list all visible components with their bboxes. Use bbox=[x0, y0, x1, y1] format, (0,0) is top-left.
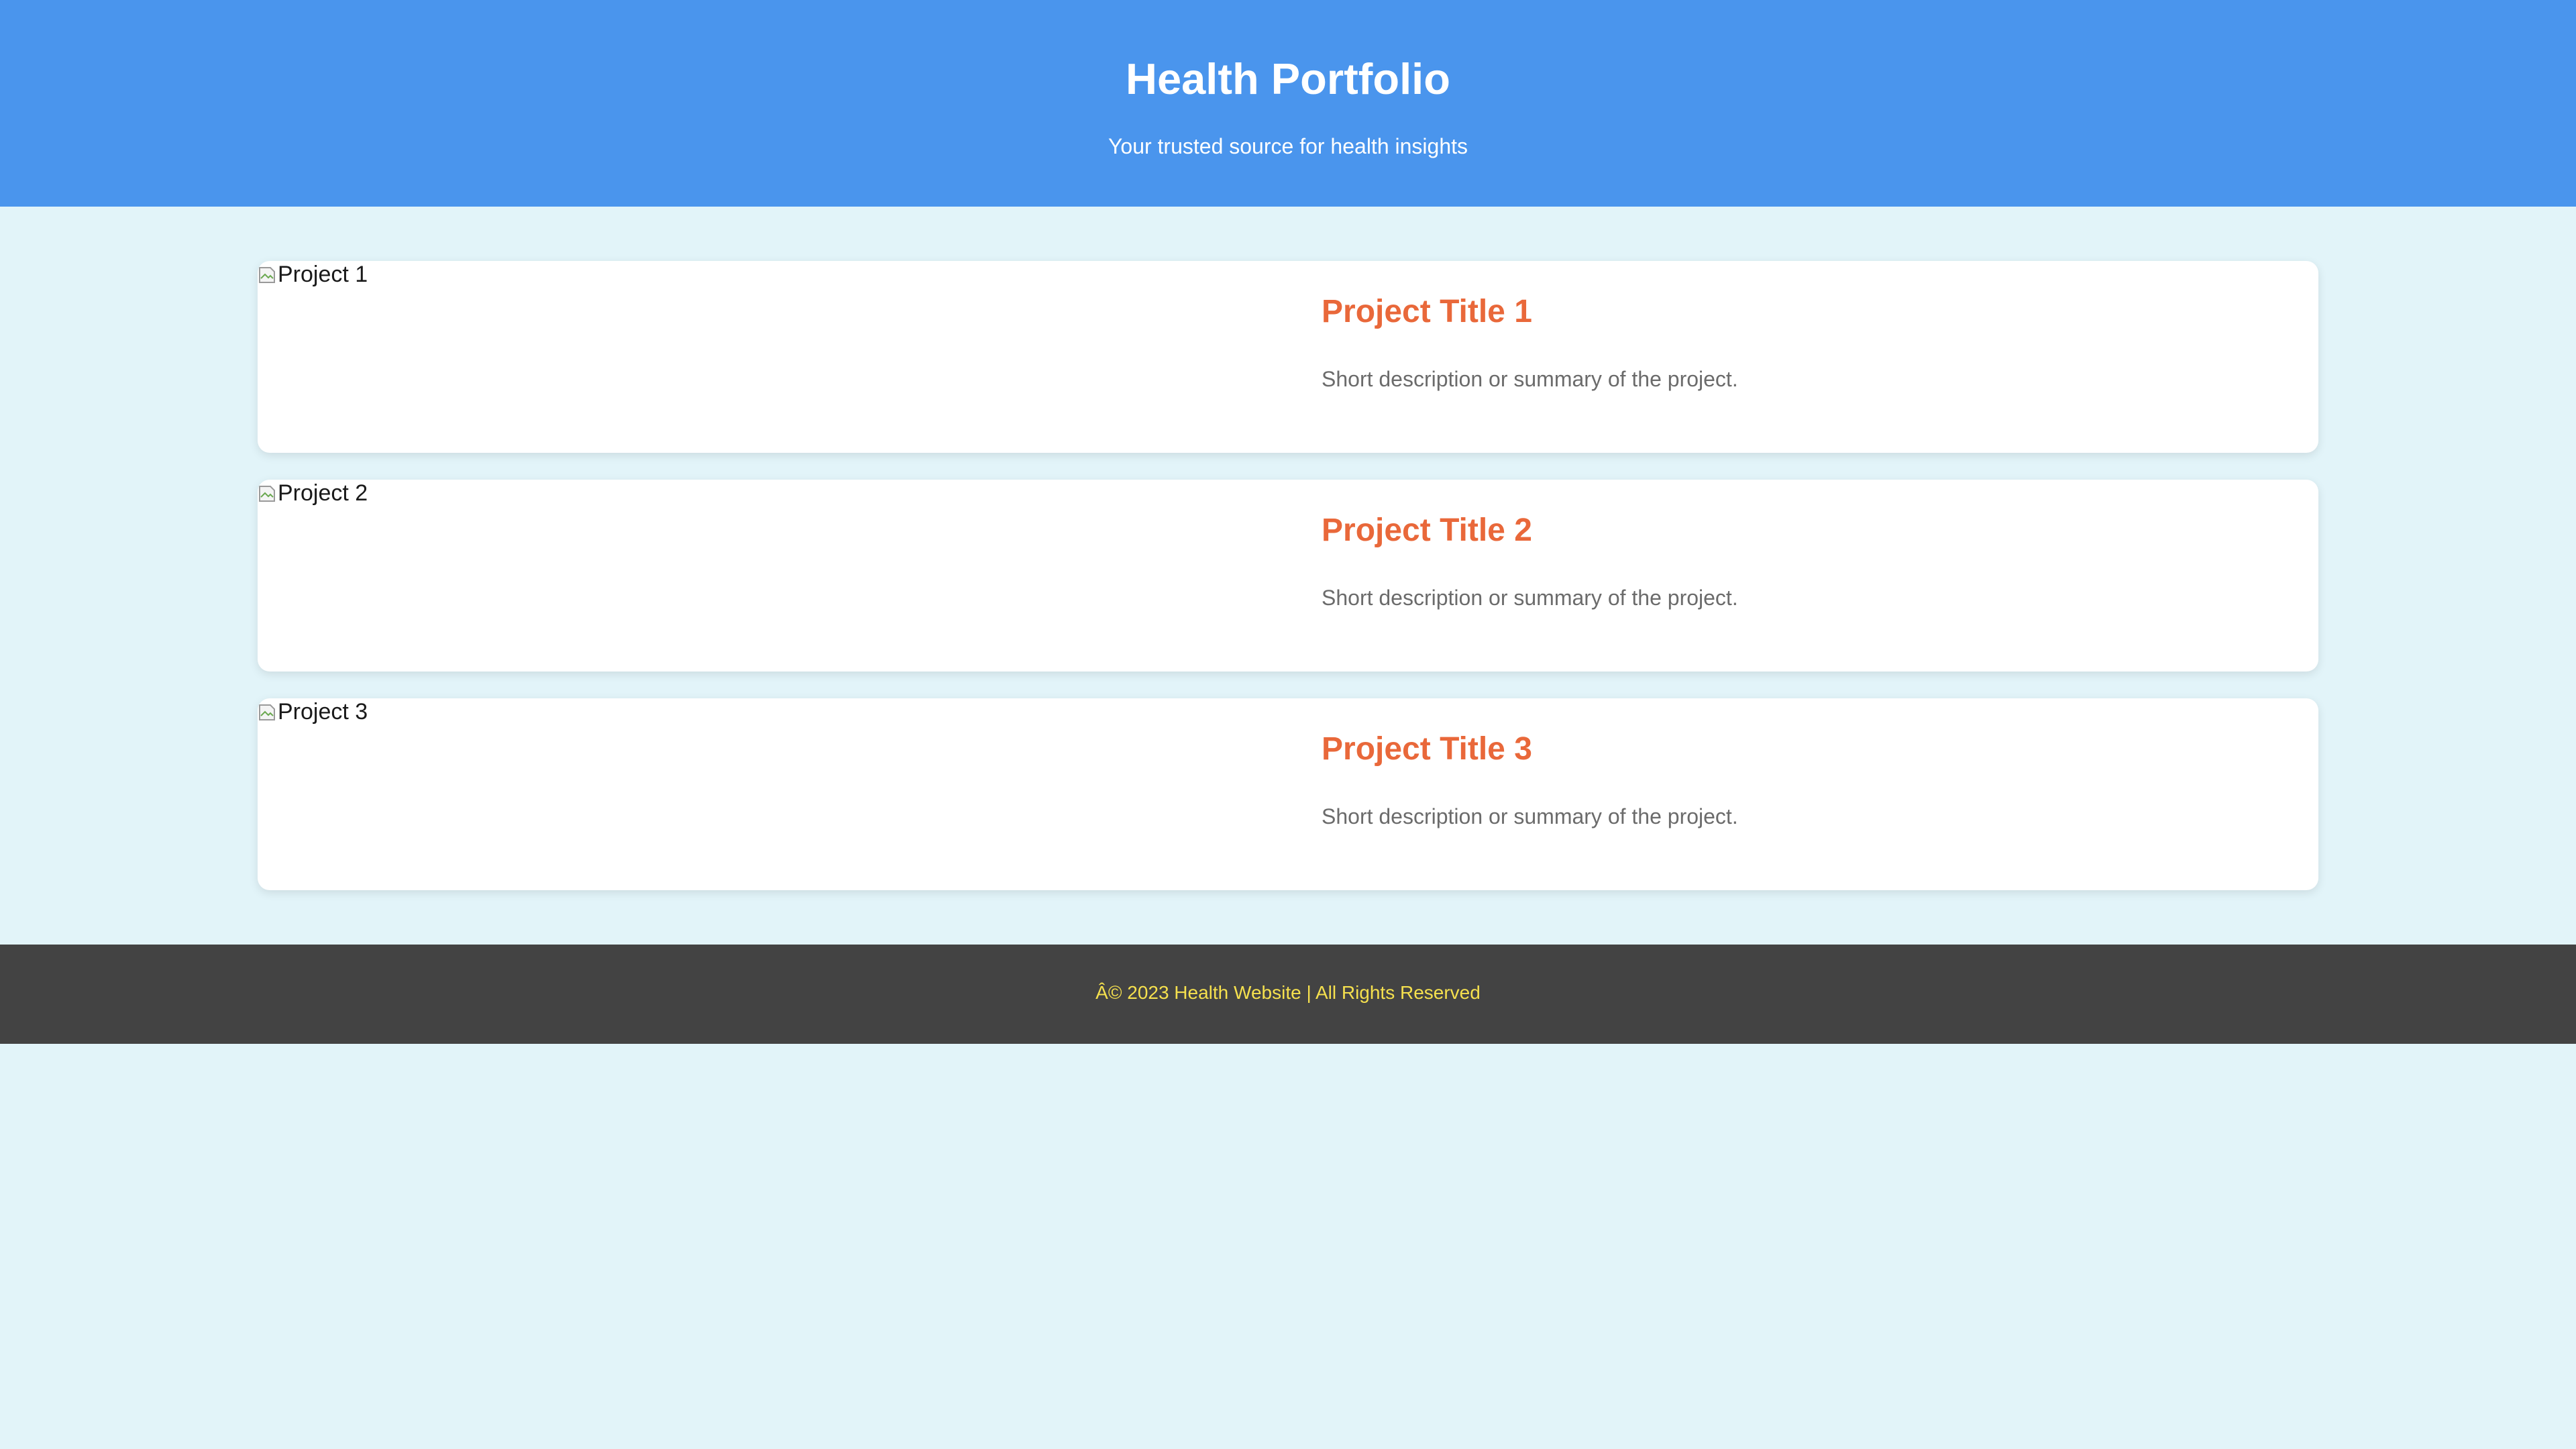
site-footer: Â© 2023 Health Website | All Rights Rese… bbox=[0, 945, 2576, 1044]
copyright-text: Â© 2023 Health Website | All Rights Rese… bbox=[1095, 982, 1481, 1003]
project-image: Project 1 bbox=[258, 261, 368, 288]
project-image-alt: Project 3 bbox=[278, 699, 368, 724]
broken-image-icon bbox=[258, 702, 276, 722]
project-description: Short description or summary of the proj… bbox=[1322, 367, 1738, 391]
project-card: Project 2 Project Title 2 Short descript… bbox=[258, 480, 2318, 672]
page-subtitle: Your trusted source for health insights bbox=[1108, 134, 1468, 158]
project-description: Short description or summary of the proj… bbox=[1322, 804, 1738, 828]
broken-image-icon bbox=[258, 483, 276, 503]
page-title: Health Portfolio bbox=[1126, 54, 1450, 103]
project-image-alt: Project 2 bbox=[278, 480, 368, 506]
project-description: Short description or summary of the proj… bbox=[1322, 586, 1738, 610]
project-card: Project 1 Project Title 1 Short descript… bbox=[258, 261, 2318, 453]
project-card: Project 3 Project Title 3 Short descript… bbox=[258, 698, 2318, 890]
project-image: Project 2 bbox=[258, 480, 368, 506]
project-title: Project Title 3 bbox=[1322, 731, 1532, 767]
broken-image-icon bbox=[258, 264, 276, 284]
project-title: Project Title 2 bbox=[1322, 513, 1532, 548]
project-title: Project Title 1 bbox=[1322, 294, 1532, 329]
project-image-alt: Project 1 bbox=[278, 262, 368, 287]
project-image: Project 3 bbox=[258, 698, 368, 725]
site-header: Health Portfolio Your trusted source for… bbox=[0, 0, 2576, 207]
project-list: Project 1 Project Title 1 Short descript… bbox=[258, 261, 2318, 917]
